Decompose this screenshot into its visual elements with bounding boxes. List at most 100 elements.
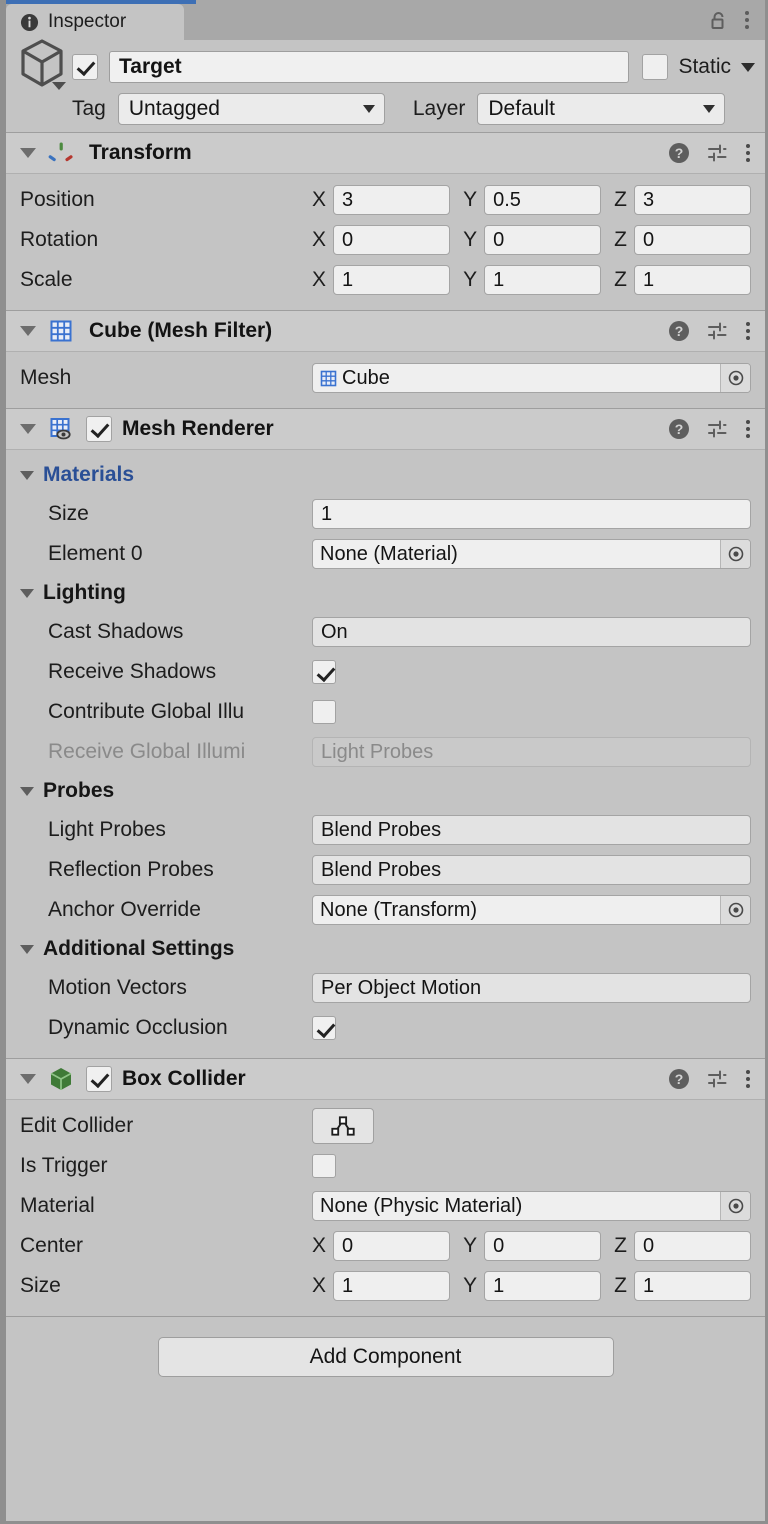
axis-z-label: Z xyxy=(614,1274,627,1298)
object-field[interactable]: Cube xyxy=(312,363,751,393)
layer-dropdown[interactable]: Default xyxy=(477,93,725,125)
component-header-transform[interactable]: Transform? xyxy=(6,132,765,174)
vector-x-input[interactable]: 1 xyxy=(333,265,450,295)
axis-y-label: Y xyxy=(463,228,477,252)
text-input[interactable]: 1 xyxy=(312,499,751,529)
preset-settings-icon[interactable] xyxy=(706,142,728,164)
add-component-button[interactable]: Add Component xyxy=(158,1337,614,1377)
mesh-filter-icon xyxy=(48,318,74,344)
object-picker-button[interactable] xyxy=(720,896,750,924)
foldout-lighting[interactable]: Lighting xyxy=(6,574,755,612)
object-picker-icon[interactable] xyxy=(728,546,744,562)
vector-z-input[interactable]: 1 xyxy=(634,265,751,295)
inspector-menu-icon[interactable] xyxy=(743,9,751,31)
tab-inspector[interactable]: Inspector xyxy=(6,4,184,40)
help-icon[interactable]: ? xyxy=(668,320,690,342)
edit-collider-button[interactable] xyxy=(312,1108,374,1144)
vector-y-input[interactable]: 1 xyxy=(484,1271,601,1301)
component-header-mesh-renderer[interactable]: Mesh Renderer? xyxy=(6,408,765,450)
dropdown-field[interactable]: Blend Probes xyxy=(312,855,751,885)
dropdown-value: Blend Probes xyxy=(321,819,441,842)
component-body: Edit ColliderIs TriggerMaterialNone (Phy… xyxy=(6,1100,765,1316)
inspector-footer: Add Component xyxy=(6,1316,765,1521)
component-title: Box Collider xyxy=(122,1067,246,1091)
component-foldout-caret-icon[interactable] xyxy=(20,148,36,158)
box-collider-icon xyxy=(48,1066,74,1092)
vector-y-input[interactable]: 1 xyxy=(484,265,601,295)
property-row-receive-shadows: Receive Shadows xyxy=(6,652,755,692)
component-menu-icon[interactable] xyxy=(744,1068,752,1090)
property-checkbox[interactable] xyxy=(312,1154,336,1178)
property-checkbox[interactable] xyxy=(312,660,336,684)
vector-z-input[interactable]: 3 xyxy=(634,185,751,215)
foldout-label: Lighting xyxy=(43,581,126,605)
dropdown-field[interactable]: Light Probes xyxy=(312,737,751,767)
vector-z-input[interactable]: 0 xyxy=(634,225,751,255)
property-checkbox[interactable] xyxy=(312,1016,336,1040)
vector3-field: X3Y0.5Z3 xyxy=(312,185,755,215)
object-picker-icon[interactable] xyxy=(728,902,744,918)
property-label: Dynamic Occlusion xyxy=(20,1016,312,1040)
component-foldout-caret-icon[interactable] xyxy=(20,326,36,336)
tag-dropdown[interactable]: Untagged xyxy=(118,93,385,125)
property-row-contribute-global-illu: Contribute Global Illu xyxy=(6,692,755,732)
vector-x-input[interactable]: 3 xyxy=(333,185,450,215)
gameobject-active-checkbox[interactable] xyxy=(72,54,98,80)
component-foldout-caret-icon[interactable] xyxy=(20,424,36,434)
object-picker-button[interactable] xyxy=(720,540,750,568)
help-icon[interactable]: ? xyxy=(668,142,690,164)
object-picker-button[interactable] xyxy=(720,364,750,392)
vector-x-input[interactable]: 0 xyxy=(333,1231,450,1261)
preset-settings-icon[interactable] xyxy=(706,418,728,440)
property-label: Reflection Probes xyxy=(20,858,312,882)
component-enabled-checkbox[interactable] xyxy=(86,1066,112,1092)
component-menu-icon[interactable] xyxy=(744,320,752,342)
tab-inspector-label: Inspector xyxy=(48,11,126,33)
gameobject-icon-wrap[interactable] xyxy=(18,38,72,102)
property-checkbox[interactable] xyxy=(312,700,336,724)
static-dropdown-caret-icon[interactable] xyxy=(741,63,755,72)
axis-x-label: X xyxy=(312,1274,326,1298)
property-row-scale: ScaleX1Y1Z1 xyxy=(6,260,755,300)
gameobject-icon-caret[interactable] xyxy=(52,82,66,90)
component-menu-icon[interactable] xyxy=(744,142,752,164)
component-header-actions: ? xyxy=(668,142,752,164)
preset-settings-icon[interactable] xyxy=(706,320,728,342)
vector-y-input[interactable]: 0.5 xyxy=(484,185,601,215)
help-icon[interactable]: ? xyxy=(668,418,690,440)
object-picker-icon[interactable] xyxy=(728,1198,744,1214)
vector-x-input[interactable]: 0 xyxy=(333,225,450,255)
vector-x-input[interactable]: 1 xyxy=(333,1271,450,1301)
object-field-value: Cube xyxy=(342,367,390,390)
dropdown-value: Light Probes xyxy=(321,741,433,764)
foldout-materials[interactable]: Materials xyxy=(6,456,755,494)
object-picker-icon[interactable] xyxy=(728,370,744,386)
object-field[interactable]: None (Transform) xyxy=(312,895,751,925)
component-foldout-caret-icon[interactable] xyxy=(20,1074,36,1084)
dropdown-field[interactable]: Blend Probes xyxy=(312,815,751,845)
static-checkbox[interactable] xyxy=(642,54,668,80)
object-field[interactable]: None (Material) xyxy=(312,539,751,569)
dropdown-field[interactable]: Per Object Motion xyxy=(312,973,751,1003)
dropdown-field[interactable]: On xyxy=(312,617,751,647)
component-header-cube-mesh-filter-[interactable]: Cube (Mesh Filter)? xyxy=(6,310,765,352)
object-field[interactable]: None (Physic Material) xyxy=(312,1191,751,1221)
preset-settings-icon[interactable] xyxy=(706,1068,728,1090)
gameobject-name-row: Target Static xyxy=(18,50,755,84)
lock-open-icon[interactable] xyxy=(709,10,729,31)
vector-y-input[interactable]: 0 xyxy=(484,1231,601,1261)
component-header-box-collider[interactable]: Box Collider? xyxy=(6,1058,765,1100)
vector-z-input[interactable]: 1 xyxy=(634,1271,751,1301)
axis-x-label: X xyxy=(312,228,326,252)
component-enabled-checkbox[interactable] xyxy=(86,416,112,442)
help-icon[interactable]: ? xyxy=(668,1068,690,1090)
object-picker-button[interactable] xyxy=(720,1192,750,1220)
gameobject-name-input[interactable]: Target xyxy=(109,51,629,83)
foldout-additional-settings[interactable]: Additional Settings xyxy=(6,930,755,968)
foldout-probes[interactable]: Probes xyxy=(6,772,755,810)
gameobject-header: Target Static Tag Untagged Layer Default xyxy=(6,40,765,132)
vector-y-input[interactable]: 0 xyxy=(484,225,601,255)
vector-z-input[interactable]: 0 xyxy=(634,1231,751,1261)
component-menu-icon[interactable] xyxy=(744,418,752,440)
property-label: Size xyxy=(20,1274,312,1298)
